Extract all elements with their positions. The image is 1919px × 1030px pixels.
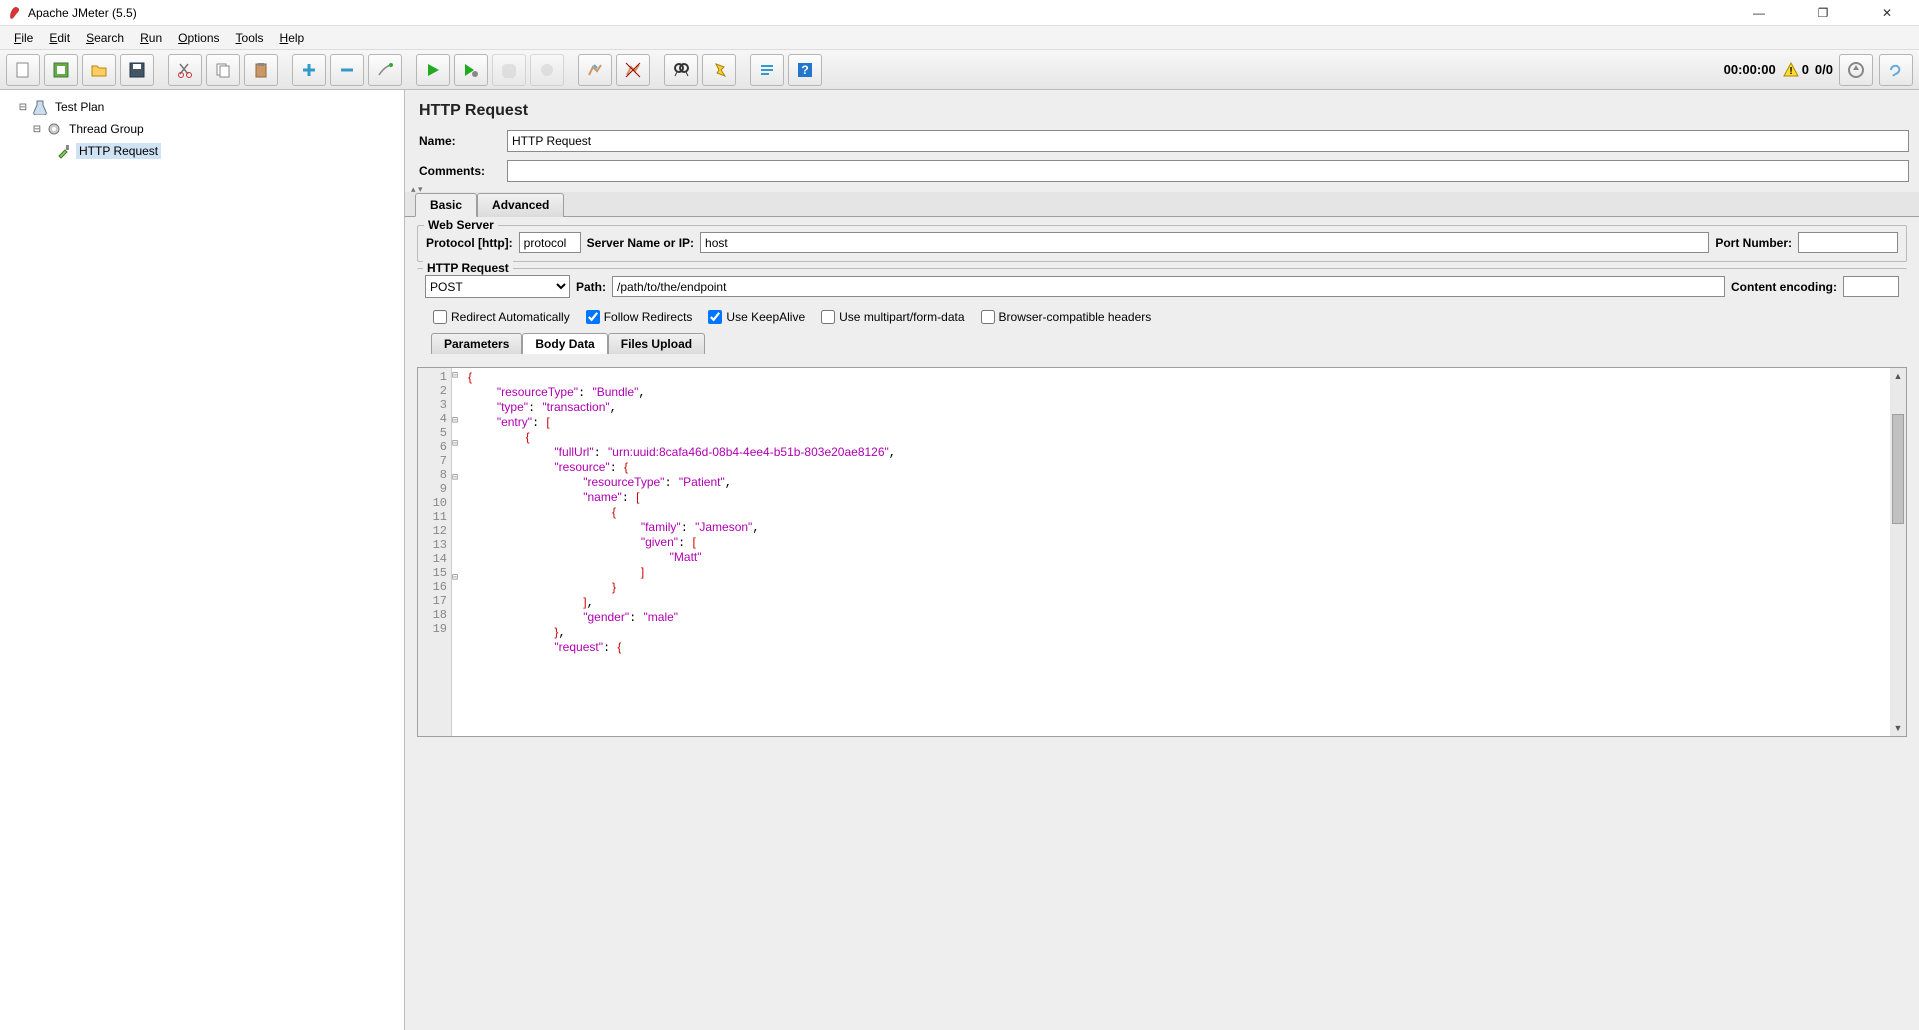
- menu-run[interactable]: Run: [132, 28, 170, 48]
- toggle-button[interactable]: [368, 54, 402, 86]
- search-tree-button[interactable]: [664, 54, 698, 86]
- fieldset-httprequest: HTTP Request POST Path: Content encoding…: [417, 268, 1907, 353]
- maximize-button[interactable]: ❐: [1805, 6, 1841, 20]
- itab-body-data[interactable]: Body Data: [522, 333, 607, 354]
- protocol-input[interactable]: [519, 232, 581, 253]
- new-button[interactable]: [6, 54, 40, 86]
- name-input[interactable]: [507, 130, 1909, 152]
- help-button[interactable]: ?: [788, 54, 822, 86]
- chk-redirect-auto[interactable]: Redirect Automatically: [433, 310, 570, 324]
- editor-gutter: 1 2 3 4 5 6 7 8 9 10 11 12 13 14 15 16 1…: [418, 368, 452, 736]
- chk-keepalive[interactable]: Use KeepAlive: [708, 310, 805, 324]
- port-label: Port Number:: [1715, 236, 1792, 250]
- svg-text:?: ?: [801, 63, 808, 77]
- dropper-icon: [56, 143, 72, 159]
- templates-button[interactable]: [44, 54, 78, 86]
- path-label: Path:: [576, 280, 606, 294]
- start-button[interactable]: [416, 54, 450, 86]
- menu-tools[interactable]: Tools: [228, 28, 272, 48]
- copy-button[interactable]: [206, 54, 240, 86]
- enc-label: Content encoding:: [1731, 280, 1837, 294]
- reset-search-button[interactable]: [702, 54, 736, 86]
- menu-help[interactable]: Help: [272, 28, 313, 48]
- threads-button[interactable]: [1839, 54, 1873, 86]
- open-button[interactable]: [82, 54, 116, 86]
- clear-all-button[interactable]: [616, 54, 650, 86]
- editor-code[interactable]: { "resourceType": "Bundle", "type": "tra…: [464, 368, 1890, 736]
- chk-multipart[interactable]: Use multipart/form-data: [821, 310, 964, 324]
- close-button[interactable]: ✕: [1869, 6, 1905, 20]
- comments-input[interactable]: [507, 160, 1909, 182]
- tree-toggle[interactable]: ⊟: [32, 124, 42, 135]
- expand-button[interactable]: [292, 54, 326, 86]
- jmeter-icon: [8, 6, 22, 20]
- scroll-down-icon[interactable]: ▼: [1894, 720, 1903, 736]
- tab-advanced[interactable]: Advanced: [477, 193, 564, 217]
- menubar: File Edit Search Run Options Tools Help: [0, 26, 1919, 50]
- svg-text:!: !: [1789, 66, 1792, 77]
- stop-button[interactable]: [492, 54, 526, 86]
- menu-edit[interactable]: Edit: [41, 28, 78, 48]
- protocol-label: Protocol [http]:: [426, 236, 513, 250]
- quiet-button[interactable]: [1879, 54, 1913, 86]
- editor-fold-column[interactable]: ⊟ ⊟ ⊟ ⊟ ⊟: [452, 368, 464, 736]
- warning-count[interactable]: !0: [1782, 61, 1809, 79]
- cut-button[interactable]: [168, 54, 202, 86]
- function-helper-button[interactable]: [750, 54, 784, 86]
- menu-file[interactable]: File: [6, 28, 41, 48]
- menu-options[interactable]: Options: [170, 28, 227, 48]
- path-input[interactable]: [612, 276, 1725, 297]
- menu-search[interactable]: Search: [78, 28, 132, 48]
- body-data-editor[interactable]: 1 2 3 4 5 6 7 8 9 10 11 12 13 14 15 16 1…: [417, 367, 1907, 737]
- chk-follow-redirects[interactable]: Follow Redirects: [586, 310, 693, 324]
- chk-browser-headers[interactable]: Browser-compatible headers: [981, 310, 1152, 324]
- tree-pane[interactable]: ⊟ Test Plan ⊟ Thread Group HTTP Request: [0, 90, 405, 1030]
- collapse-button[interactable]: [330, 54, 364, 86]
- shutdown-button[interactable]: [530, 54, 564, 86]
- minimize-button[interactable]: —: [1741, 6, 1777, 20]
- app-title: Apache JMeter (5.5): [28, 6, 137, 20]
- port-input[interactable]: [1798, 232, 1898, 253]
- titlebar: Apache JMeter (5.5) — ❐ ✕: [0, 0, 1919, 26]
- thread-ratio: 0/0: [1815, 62, 1833, 77]
- tab-basic[interactable]: Basic: [415, 193, 477, 217]
- tree-thread-group[interactable]: ⊟ Thread Group: [4, 118, 400, 140]
- toolbar: ? 00:00:00 !0 0/0: [0, 50, 1919, 90]
- tree-toggle[interactable]: ⊟: [18, 102, 28, 113]
- method-select[interactable]: POST: [425, 275, 570, 298]
- start-no-pause-button[interactable]: [454, 54, 488, 86]
- fieldset-webserver: Web Server Protocol [http]: Server Name …: [417, 225, 1907, 262]
- itab-files-upload[interactable]: Files Upload: [608, 333, 705, 354]
- scroll-up-icon[interactable]: ▲: [1894, 368, 1903, 384]
- gear-icon: [46, 121, 62, 137]
- tree-test-plan[interactable]: ⊟ Test Plan: [4, 96, 400, 118]
- clear-button[interactable]: [578, 54, 612, 86]
- itab-parameters[interactable]: Parameters: [431, 333, 522, 354]
- editor-scrollbar[interactable]: ▲ ▼: [1890, 368, 1906, 736]
- save-button[interactable]: [120, 54, 154, 86]
- enc-input[interactable]: [1843, 276, 1899, 297]
- comments-label: Comments:: [419, 164, 499, 178]
- panel-title: HTTP Request: [405, 90, 1919, 126]
- server-input[interactable]: [700, 232, 1709, 253]
- paste-button[interactable]: [244, 54, 278, 86]
- scroll-thumb[interactable]: [1892, 414, 1904, 524]
- server-label: Server Name or IP:: [587, 236, 694, 250]
- beaker-icon: [32, 99, 48, 115]
- name-label: Name:: [419, 134, 499, 148]
- warning-icon: !: [1782, 61, 1800, 79]
- tree-http-request[interactable]: HTTP Request: [4, 140, 400, 162]
- elapsed-timer: 00:00:00: [1724, 62, 1776, 77]
- main-pane: HTTP Request Name: Comments: ▴ ▾ Basic A…: [405, 90, 1919, 1030]
